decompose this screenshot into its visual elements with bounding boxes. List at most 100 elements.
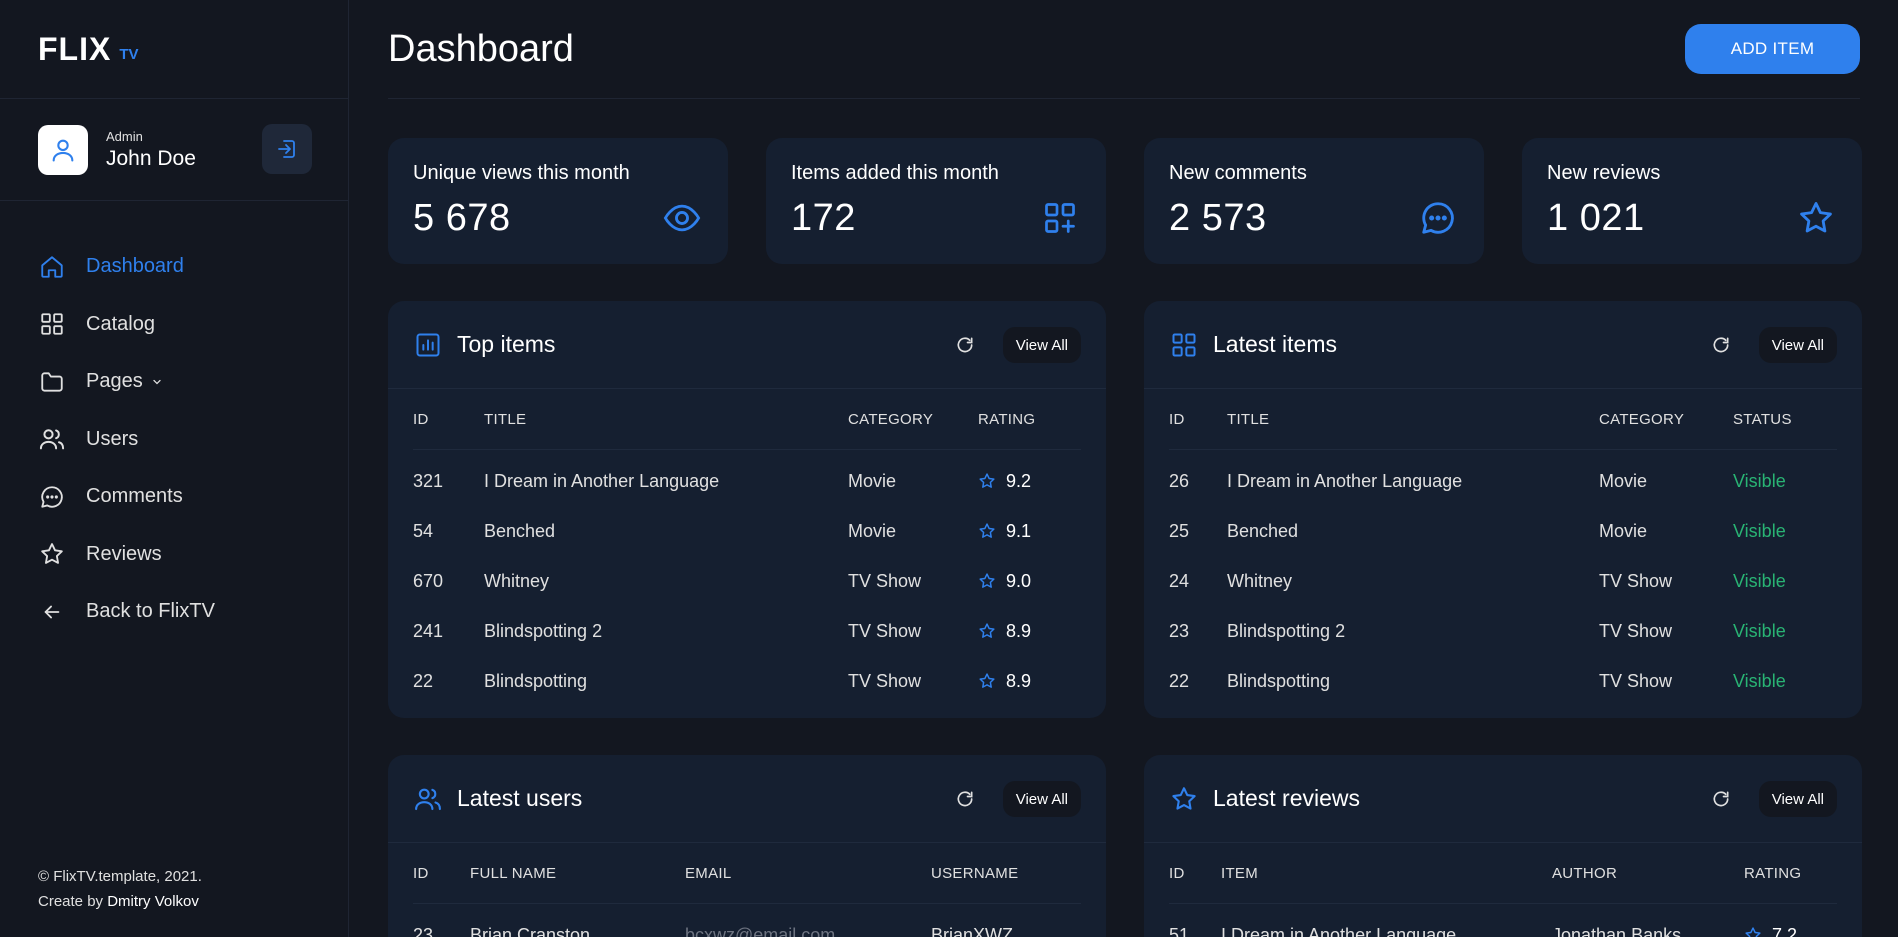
column-header: AUTHOR	[1552, 864, 1618, 882]
sidebar-item-reviews[interactable]: Reviews	[0, 526, 348, 584]
table-row[interactable]: 26 I Dream in Another Language Movie Vis…	[1169, 456, 1837, 506]
refresh-icon[interactable]	[952, 332, 978, 358]
sidebar-item-back-to-flixtv[interactable]: Back to FlixTV	[0, 583, 348, 641]
latest-items-panel: Latest items View All ID TITLE CATEGORY …	[1144, 301, 1862, 718]
stat-card-items-added: Items added this month 172	[766, 138, 1106, 264]
view-all-button[interactable]: View All	[1002, 781, 1081, 817]
item-category: Movie	[1599, 520, 1648, 541]
table-row[interactable]: 670 Whitney TV Show 9.0	[413, 556, 1081, 606]
comment-icon	[1418, 198, 1458, 238]
column-header: RATING	[978, 410, 1036, 428]
refresh-icon[interactable]	[1708, 332, 1734, 358]
item-id: 26	[1169, 470, 1190, 491]
stat-card-new-reviews: New reviews 1 021	[1522, 138, 1862, 264]
grid-icon	[1169, 330, 1199, 360]
created-by-label: Create by	[38, 893, 104, 910]
item-category: Movie	[848, 470, 897, 491]
author-link[interactable]: Dmitry Volkov	[107, 893, 199, 910]
panel-title: Top items	[457, 331, 556, 357]
sidebar-item-label: Back to FlixTV	[86, 600, 215, 623]
item-category: TV Show	[848, 670, 922, 691]
review-item: I Dream in Another Language	[1221, 924, 1457, 937]
column-header: ID	[1169, 864, 1185, 882]
item-rating: 8.9	[1006, 670, 1032, 691]
item-status: Visible	[1733, 620, 1786, 641]
item-status: Visible	[1733, 670, 1786, 691]
table-row[interactable]: 25 Benched Movie Visible	[1169, 506, 1837, 556]
table-row[interactable]: 241 Blindspotting 2 TV Show 8.9	[413, 606, 1081, 656]
table-row[interactable]: 54 Benched Movie 9.1	[413, 506, 1081, 556]
folder-icon	[38, 368, 66, 396]
user-block: Admin John Doe	[0, 99, 348, 201]
sidebar-item-catalog[interactable]: Catalog	[0, 296, 348, 354]
item-category: TV Show	[1599, 670, 1673, 691]
latest-reviews-panel: Latest reviews View All ID ITEM AUTHOR R…	[1144, 755, 1862, 937]
star-icon	[38, 540, 66, 568]
sidebar-item-users[interactable]: Users	[0, 411, 348, 469]
sidebar-item-pages[interactable]: Pages	[0, 353, 348, 411]
refresh-icon[interactable]	[1708, 786, 1734, 812]
column-header: CATEGORY	[1599, 410, 1685, 428]
user-icon	[52, 139, 74, 162]
user-email: bcxwz@email.com	[685, 924, 836, 937]
table-row[interactable]: 23 Brian Cranston bcxwz@email.com BrianX…	[413, 910, 1081, 937]
users-icon	[413, 784, 443, 814]
stat-card-unique-views: Unique views this month 5 678	[388, 138, 728, 264]
panel-title: Latest reviews	[1213, 785, 1361, 811]
item-rating: 8.9	[1006, 620, 1032, 641]
refresh-icon[interactable]	[952, 786, 978, 812]
arrow-left-icon	[38, 598, 66, 626]
item-id: 54	[413, 520, 434, 541]
comment-icon	[38, 483, 66, 511]
sidebar-nav: Dashboard Catalog Pages Users Comments R…	[0, 238, 348, 641]
item-category: Movie	[1599, 470, 1648, 491]
view-all-button[interactable]: View All	[1758, 327, 1837, 363]
table-row[interactable]: 22 Blindspotting TV Show Visible	[1169, 656, 1837, 706]
stat-value: 2 573	[1169, 197, 1267, 239]
item-category: TV Show	[848, 570, 922, 591]
home-icon	[38, 253, 66, 281]
table-header: ID TITLE CATEGORY RATING	[413, 389, 1081, 450]
view-all-button[interactable]: View All	[1758, 781, 1837, 817]
stat-card-new-comments: New comments 2 573	[1144, 138, 1484, 264]
sidebar-item-label: Reviews	[86, 542, 162, 565]
grid-icon	[38, 310, 66, 338]
sidebar-item-comments[interactable]: Comments	[0, 468, 348, 526]
sidebar-item-label: Dashboard	[86, 255, 184, 278]
item-title: Benched	[484, 520, 556, 541]
logout-button[interactable]	[262, 124, 312, 174]
table-header: ID TITLE CATEGORY STATUS	[1169, 389, 1837, 450]
item-title: I Dream in Another Language	[1227, 470, 1463, 491]
sidebar-item-dashboard[interactable]: Dashboard	[0, 238, 348, 296]
logo[interactable]: FLIX TV	[0, 0, 348, 99]
sidebar-item-label: Users	[86, 427, 139, 450]
user-full-name: Brian Cranston	[470, 924, 591, 937]
table-row[interactable]: 321 I Dream in Another Language Movie 9.…	[413, 456, 1081, 506]
table-row[interactable]: 51 I Dream in Another Language Jonathan …	[1169, 910, 1837, 937]
item-rating: 9.2	[1006, 470, 1032, 491]
sidebar-item-label: Pages	[86, 370, 143, 393]
table-row[interactable]: 23 Blindspotting 2 TV Show Visible	[1169, 606, 1837, 656]
star-icon	[979, 673, 995, 688]
item-id: 23	[1169, 620, 1190, 641]
column-header: TITLE	[1227, 410, 1270, 428]
item-rating: 9.0	[1006, 570, 1032, 591]
star-icon	[979, 573, 995, 588]
item-id: 670	[413, 570, 444, 591]
add-item-button[interactable]: ADD ITEM	[1685, 24, 1860, 74]
user-name: John Doe	[106, 146, 196, 170]
view-all-button[interactable]: View All	[1002, 327, 1081, 363]
item-title: Blindspotting	[484, 670, 588, 691]
item-title: Blindspotting	[1227, 670, 1331, 691]
chevron-down-icon	[151, 376, 163, 388]
copyright: © FlixTV.template, 2021.	[38, 868, 202, 885]
users-icon	[38, 425, 66, 453]
item-id: 25	[1169, 520, 1190, 541]
table-row[interactable]: 22 Blindspotting TV Show 8.9	[413, 656, 1081, 706]
item-title: Blindspotting 2	[484, 620, 603, 641]
stat-label: New reviews	[1547, 162, 1661, 184]
review-author: Jonathan Banks	[1552, 924, 1682, 937]
panel-title: Latest users	[457, 785, 583, 811]
table-row[interactable]: 24 Whitney TV Show Visible	[1169, 556, 1837, 606]
panel-title: Latest items	[1213, 331, 1337, 357]
